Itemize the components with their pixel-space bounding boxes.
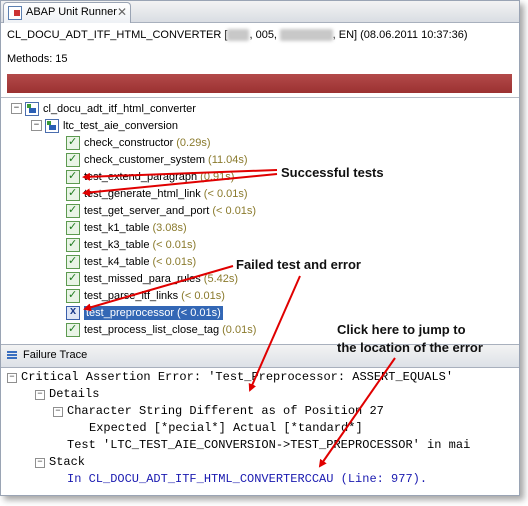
- tree-node-test[interactable]: check_customer_system(11.04s): [66, 151, 248, 168]
- trace-line-location[interactable]: In CL_DOCU_ADT_ITF_HTML_CONVERTERCCAU (L…: [67, 471, 427, 488]
- test-name: test_missed_para_rules: [84, 272, 201, 285]
- test-duration: (5.42s): [203, 272, 239, 285]
- test-class-icon: [45, 118, 59, 133]
- annotation-click-line2: the location of the error: [337, 340, 483, 355]
- run-class-name: CL_DOCU_ADT_ITF_HTML_CONVERTER [: [7, 29, 228, 41]
- tab-bar: ABAP Unit Runner ✕: [1, 1, 519, 23]
- annotation-click-line1: Click here to jump to: [337, 322, 466, 337]
- run-timestamp: , EN] (08.06.2011 10:37:36): [332, 29, 468, 41]
- collapse-icon[interactable]: −: [53, 406, 63, 417]
- collapse-icon[interactable]: −: [11, 103, 22, 114]
- tree-node-test[interactable]: check_constructor(0.29s): [66, 134, 211, 151]
- trace-text: Details: [49, 387, 100, 401]
- test-name: test_k4_table: [84, 255, 150, 268]
- tree-node-test-failed[interactable]: test_preprocessor(< 0.01s): [66, 304, 223, 321]
- test-passed-icon: [66, 322, 80, 337]
- failure-trace-icon: [7, 351, 17, 360]
- test-duration: (< 0.01s): [152, 238, 197, 251]
- trace-text: Critical Assertion Error: 'Test_Preproce…: [21, 370, 454, 384]
- trace-text: Test 'LTC_TEST_AIE_CONVERSION->TEST_PREP…: [67, 438, 471, 452]
- trace-line-test: Test 'LTC_TEST_AIE_CONVERSION->TEST_PREP…: [67, 437, 470, 454]
- result-progress-bar: [7, 74, 512, 93]
- test-duration: (0.91s): [200, 170, 235, 183]
- tree-node-root[interactable]: − cl_docu_adt_itf_html_converter: [11, 100, 196, 117]
- trace-line-expected: Expected [*pecial*] Actual [*tandard*]: [89, 420, 363, 437]
- test-duration: (< 0.01s): [212, 204, 257, 217]
- redacted-system: SAP: [227, 29, 250, 41]
- test-duration: (< 0.01s): [177, 306, 221, 319]
- abap-unit-icon: [8, 6, 22, 20]
- trace-line-critical[interactable]: − Critical Assertion Error: 'Test_Prepro…: [7, 369, 453, 386]
- tree-node-test[interactable]: test_generate_html_link(< 0.01s): [66, 185, 248, 202]
- test-name: test_parse_itf_links: [84, 289, 179, 302]
- test-duration: (< 0.01s): [152, 255, 197, 268]
- test-passed-icon: [66, 203, 80, 218]
- test-name: test_extend_paragraph: [84, 170, 198, 183]
- tree-node-test[interactable]: test_k3_table(< 0.01s): [66, 236, 196, 253]
- test-passed-icon: [66, 237, 80, 252]
- run-summary: CL_DOCU_ADT_ITF_HTML_CONVERTER [SAP, 005…: [7, 29, 468, 41]
- test-passed-icon: [66, 288, 80, 303]
- test-passed-icon: [66, 186, 80, 201]
- test-name: test_k1_table: [84, 221, 150, 234]
- failure-trace-title: Failure Trace: [23, 349, 88, 361]
- node-label: ltc_test_aie_conversion: [63, 119, 178, 132]
- test-name: test_generate_html_link: [84, 187, 201, 200]
- trace-text: Stack: [49, 455, 86, 469]
- methods-count: Methods: 15: [7, 53, 68, 65]
- redacted-user: USERXXX: [280, 29, 333, 41]
- trace-line-details[interactable]: − Details: [35, 386, 99, 403]
- tree-node-test[interactable]: test_k1_table(3.08s): [66, 219, 187, 236]
- test-name: check_customer_system: [84, 153, 206, 166]
- collapse-icon[interactable]: −: [7, 372, 17, 383]
- collapse-icon[interactable]: −: [35, 457, 45, 468]
- trace-text: Character String Different as of Positio…: [67, 404, 384, 418]
- tree-node-test[interactable]: test_process_list_close_tag(0.01s): [66, 321, 256, 338]
- test-duration: (3.08s): [152, 221, 187, 234]
- test-duration: (0.29s): [176, 136, 211, 149]
- abap-class-icon: [25, 101, 39, 116]
- trace-text: Expected [*pecial*] Actual [*tandard*]: [89, 421, 363, 435]
- close-icon[interactable]: ✕: [117, 5, 127, 19]
- test-failed-icon: [66, 305, 80, 320]
- test-passed-icon: [66, 220, 80, 235]
- test-duration: (0.01s): [222, 323, 257, 336]
- test-passed-icon: [66, 135, 80, 150]
- tree-node-test[interactable]: test_extend_paragraph(0.91s): [66, 168, 234, 185]
- run-client: , 005,: [249, 29, 281, 41]
- collapse-icon[interactable]: −: [35, 389, 45, 400]
- tree-node-test-class[interactable]: − ltc_test_aie_conversion: [31, 117, 178, 134]
- tree-node-test[interactable]: test_k4_table(< 0.01s): [66, 253, 196, 270]
- test-name: test_get_server_and_port: [84, 204, 210, 217]
- test-name: test_preprocessor: [86, 306, 175, 319]
- node-label: cl_docu_adt_itf_html_converter: [43, 102, 196, 115]
- abap-unit-runner-view: ABAP Unit Runner ✕ CL_DOCU_ADT_ITF_HTML_…: [0, 0, 520, 496]
- annotation-failed-test: Failed test and error: [236, 257, 361, 272]
- divider: [1, 97, 519, 98]
- test-name: test_process_list_close_tag: [84, 323, 220, 336]
- error-location-link[interactable]: In CL_DOCU_ADT_ITF_HTML_CONVERTERCCAU (L…: [67, 471, 427, 488]
- annotation-successful-tests: Successful tests: [281, 165, 384, 180]
- test-name: test_k3_table: [84, 238, 150, 251]
- tab-abap-unit-runner[interactable]: ABAP Unit Runner ✕: [3, 2, 131, 23]
- tree-node-test[interactable]: test_missed_para_rules(5.42s): [66, 270, 238, 287]
- test-passed-icon: [66, 169, 80, 184]
- test-passed-icon: [66, 152, 80, 167]
- test-passed-icon: [66, 271, 80, 286]
- tree-node-test[interactable]: test_parse_itf_links(< 0.01s): [66, 287, 225, 304]
- trace-line-char-diff[interactable]: − Character String Different as of Posit…: [53, 403, 384, 420]
- trace-line-stack[interactable]: − Stack: [35, 454, 85, 471]
- test-duration: (< 0.01s): [181, 289, 225, 302]
- test-tree: − cl_docu_adt_itf_html_converter − ltc_t…: [1, 99, 519, 341]
- collapse-icon[interactable]: −: [31, 120, 42, 131]
- test-duration: (< 0.01s): [203, 187, 248, 200]
- tab-label: ABAP Unit Runner: [26, 6, 117, 18]
- tree-node-test[interactable]: test_get_server_and_port(< 0.01s): [66, 202, 256, 219]
- test-passed-icon: [66, 254, 80, 269]
- failure-trace-tree: − Critical Assertion Error: 'Test_Prepro…: [1, 368, 519, 495]
- test-name: check_constructor: [84, 136, 174, 149]
- test-duration: (11.04s): [208, 153, 248, 166]
